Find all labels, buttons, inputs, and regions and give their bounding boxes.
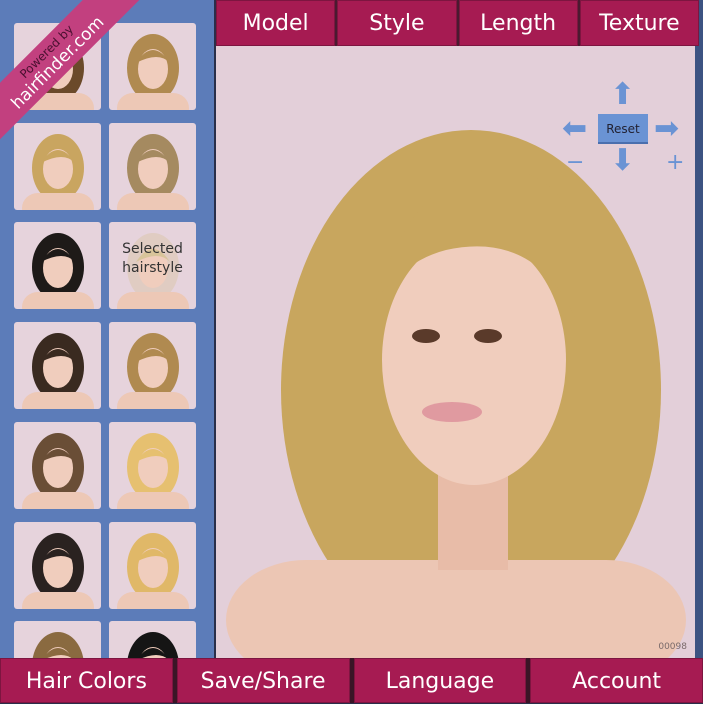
save-share-button[interactable]: Save/Share [176, 658, 350, 703]
language-button[interactable]: Language [353, 658, 527, 703]
hairstyle-photo [22, 532, 94, 609]
hair-colors-button[interactable]: Hair Colors [0, 658, 173, 703]
hairstyle-photo [22, 233, 94, 310]
hairstyle-thumbnail[interactable] [109, 122, 196, 210]
account-button[interactable]: Account [530, 658, 703, 703]
tab-texture[interactable]: Texture [579, 0, 699, 46]
zoom-out-button[interactable]: − [566, 150, 584, 175]
hairstyle-photo [22, 133, 94, 210]
hairstyle-photo [117, 532, 189, 609]
style-code: 00098 [658, 642, 687, 652]
hairstyle-thumbnail[interactable] [14, 521, 101, 609]
reset-button[interactable]: Reset [598, 114, 648, 144]
hairstyle-thumbnail[interactable] [14, 621, 101, 660]
zoom-in-button[interactable]: + [666, 150, 684, 175]
hairstyle-thumbnail[interactable]: Selected hairstyle [109, 222, 196, 310]
move-down-icon[interactable]: ⬇ [610, 146, 635, 176]
tab-model[interactable]: Model [216, 0, 336, 46]
top-nav: Model Style Length Texture [216, 0, 699, 46]
hairstyle-thumbnail[interactable] [109, 421, 196, 509]
move-right-icon[interactable]: ➡ [654, 114, 679, 144]
hairstyle-photo [117, 34, 189, 110]
hairstyle-photo [22, 432, 94, 509]
hairstyle-thumbnail[interactable] [14, 122, 101, 210]
hairstyle-thumbnail[interactable] [14, 421, 101, 509]
hairstyle-thumbnail[interactable] [109, 621, 196, 660]
move-left-icon[interactable]: ⬅ [562, 114, 587, 144]
hairstyle-thumbnail[interactable] [109, 23, 196, 110]
hairstyle-photo [117, 333, 189, 410]
tab-length[interactable]: Length [458, 0, 578, 46]
right-border [695, 0, 703, 703]
move-up-icon[interactable]: ⬆ [610, 80, 635, 110]
hairstyle-photo [117, 133, 189, 210]
hairstyle-thumbnail[interactable] [14, 222, 101, 310]
hairstyle-thumbnail[interactable] [109, 322, 196, 410]
hairstyle-photo [117, 432, 189, 509]
hairstyle-thumbnail[interactable] [14, 322, 101, 410]
selected-hairstyle-label: Selected hairstyle [122, 241, 183, 277]
hairstyle-photo [127, 632, 179, 660]
tab-style[interactable]: Style [337, 0, 457, 46]
hairstyle-thumbnail[interactable] [109, 521, 196, 609]
bottom-nav: Hair Colors Save/Share Language Account [0, 658, 703, 703]
hairstyle-photo [32, 632, 84, 660]
hairstyle-photo [22, 333, 94, 410]
position-controls: ⬆ ⬅ ➡ ⬇ Reset − + [562, 80, 687, 180]
